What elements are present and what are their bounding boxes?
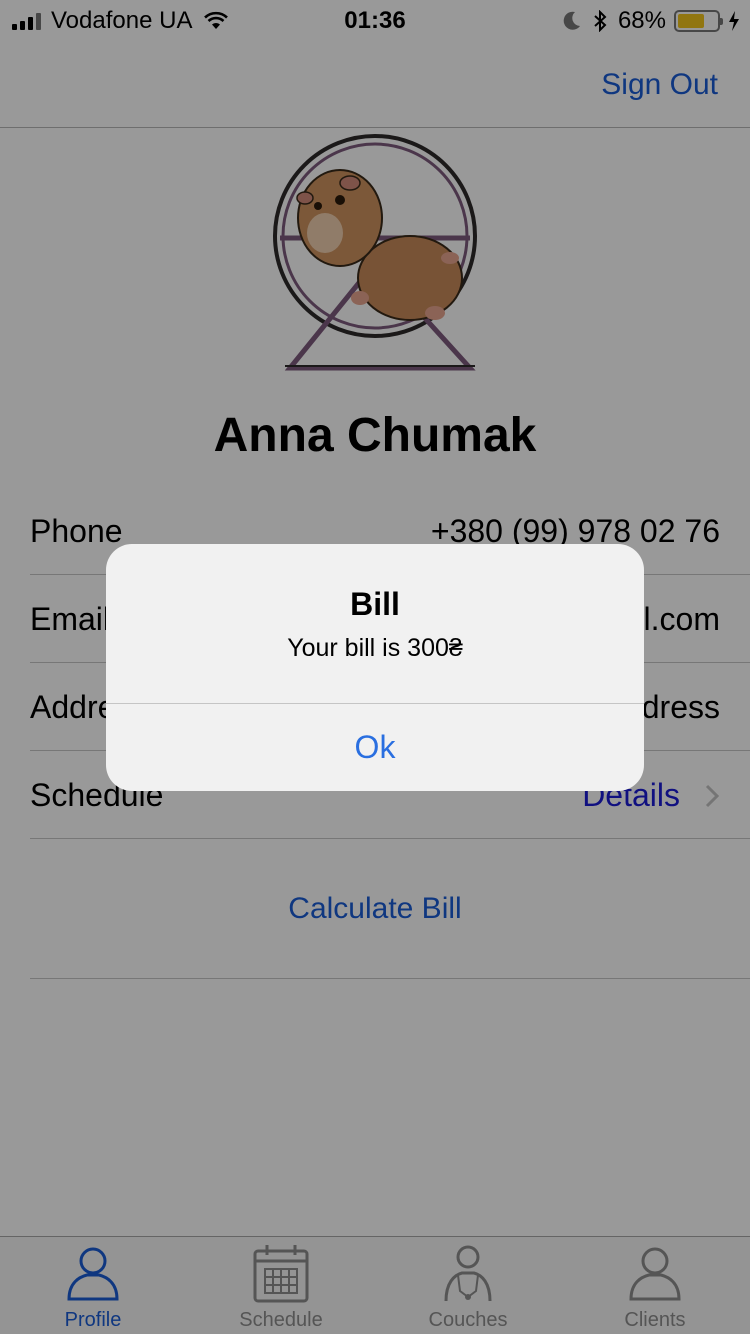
alert-title: Bill xyxy=(350,586,400,622)
alert-message: Your bill is 300₴ xyxy=(287,634,463,662)
alert-ok-button[interactable]: Ok xyxy=(106,704,644,791)
bill-alert: Bill Your bill is 300₴ Ok xyxy=(106,544,644,791)
